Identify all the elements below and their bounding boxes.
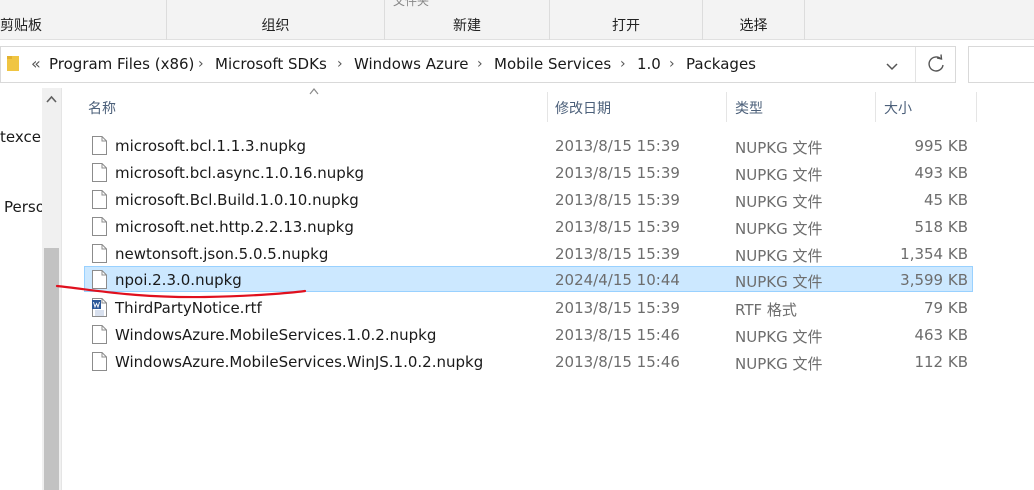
file-size: 518 KB xyxy=(914,218,968,236)
ribbon-group-new[interactable]: 文件夹 新建 xyxy=(385,0,550,40)
ribbon-label-organize: 组织 xyxy=(261,18,290,34)
file-size: 3,599 KB xyxy=(900,271,968,289)
file-date: 2013/8/15 15:39 xyxy=(555,191,680,209)
file-row[interactable]: WindowsAzure.MobileServices.1.0.2.nupkg … xyxy=(84,321,973,347)
column-header-date-label: 修改日期 xyxy=(555,101,611,117)
file-type: NUPKG 文件 xyxy=(735,273,823,291)
file-size: 463 KB xyxy=(914,326,968,344)
file-row[interactable]: microsoft.bcl.async.1.0.16.nupkg 2013/8/… xyxy=(84,159,973,185)
file-icon xyxy=(92,190,107,209)
file-date: 2013/8/15 15:46 xyxy=(555,353,680,371)
pane-divider[interactable] xyxy=(61,88,62,490)
file-icon xyxy=(92,352,107,371)
refresh-icon xyxy=(928,54,944,72)
file-type: NUPKG 文件 xyxy=(735,355,823,373)
file-type: NUPKG 文件 xyxy=(735,166,823,184)
file-row[interactable]: microsoft.net.http.2.2.13.nupkg 2013/8/1… xyxy=(84,213,973,239)
nav-item-texcel[interactable]: texcel xyxy=(0,128,42,146)
address-bar[interactable]: « Program Files (x86) › Microsoft SDKs ›… xyxy=(0,46,956,83)
file-type: NUPKG 文件 xyxy=(735,220,823,238)
file-name: microsoft.Bcl.Build.1.0.10.nupkg xyxy=(115,191,359,209)
file-row[interactable]: microsoft.Bcl.Build.1.0.10.nupkg 2013/8/… xyxy=(84,186,973,212)
file-icon xyxy=(92,270,107,289)
file-size: 995 KB xyxy=(914,137,968,155)
column-header-name-label: 名称 xyxy=(88,101,116,117)
nav-item-perso[interactable]: Perso xyxy=(4,198,42,216)
file-name: microsoft.bcl.async.1.0.16.nupkg xyxy=(115,164,365,182)
breadcrumb-windows-azure[interactable]: Windows Azure xyxy=(354,55,468,73)
ribbon-label-clipboard: 剪贴板 xyxy=(0,18,42,34)
ribbon-label-new: 新建 xyxy=(453,18,481,34)
file-row[interactable]: microsoft.bcl.1.1.3.nupkg 2013/8/15 15:3… xyxy=(84,132,973,158)
search-input[interactable] xyxy=(968,46,1034,83)
nav-scrollbar[interactable] xyxy=(42,88,61,490)
file-name: microsoft.net.http.2.2.13.nupkg xyxy=(115,218,354,236)
file-date: 2013/8/15 15:39 xyxy=(555,299,680,317)
ribbon-label-select: 选择 xyxy=(739,18,768,34)
breadcrumb-1-0[interactable]: 1.0 xyxy=(637,55,661,73)
nav-scrollbar-thumb[interactable] xyxy=(44,248,59,490)
file-date: 2013/8/15 15:39 xyxy=(555,164,680,182)
file-name: newtonsoft.json.5.0.5.nupkg xyxy=(115,245,329,263)
file-size: 45 KB xyxy=(924,191,968,209)
ribbon-group-clipboard[interactable]: 剪贴板 xyxy=(0,0,167,40)
file-size: 112 KB xyxy=(914,353,968,371)
breadcrumb-microsoft-sdks[interactable]: Microsoft SDKs xyxy=(215,55,327,73)
file-icon xyxy=(92,244,107,263)
ribbon-group-select[interactable]: 选择 xyxy=(703,0,805,40)
file-size: 493 KB xyxy=(914,164,968,182)
file-name: WindowsAzure.MobileServices.1.0.2.nupkg xyxy=(115,326,437,344)
column-header-type-label: 类型 xyxy=(735,101,763,117)
file-type: NUPKG 文件 xyxy=(735,247,823,265)
chevron-right-icon[interactable]: › xyxy=(477,56,483,72)
file-date: 2013/8/15 15:46 xyxy=(555,326,680,344)
breadcrumb-mobile-services[interactable]: Mobile Services xyxy=(494,55,611,73)
word-doc-icon xyxy=(92,298,107,317)
breadcrumb-program-files[interactable]: Program Files (x86) xyxy=(49,55,194,73)
column-header-type[interactable]: 类型 xyxy=(727,90,875,124)
file-type: NUPKG 文件 xyxy=(735,139,823,157)
file-size: 1,354 KB xyxy=(900,245,968,263)
file-date: 2013/8/15 15:39 xyxy=(555,218,680,236)
ribbon-group-open[interactable]: 打开 xyxy=(550,0,703,40)
file-type: RTF 格式 xyxy=(735,301,797,319)
file-date: 2024/4/15 10:44 xyxy=(555,271,680,289)
scroll-up-arrow-icon[interactable] xyxy=(42,92,61,108)
ribbon-group-organize[interactable]: 组织 xyxy=(167,0,385,40)
file-icon xyxy=(92,217,107,236)
file-name: npoi.2.3.0.nupkg xyxy=(115,271,242,289)
file-type: NUPKG 文件 xyxy=(735,193,823,211)
column-header-name[interactable]: 名称 xyxy=(84,90,546,124)
file-name: ThirdPartyNotice.rtf xyxy=(115,299,262,317)
file-icon xyxy=(92,136,107,155)
file-row-selected[interactable]: npoi.2.3.0.nupkg 2024/4/15 10:44 NUPKG 文… xyxy=(84,266,973,292)
chevron-right-icon[interactable]: › xyxy=(620,56,626,72)
address-overflow-button[interactable]: « xyxy=(31,54,41,73)
column-header-size[interactable]: 大小 xyxy=(876,90,976,124)
chevron-down-icon[interactable] xyxy=(881,56,903,76)
file-date: 2013/8/15 15:39 xyxy=(555,137,680,155)
ribbon: 剪贴板 组织 文件夹 新建 打开 选择 xyxy=(0,0,1034,40)
file-type: NUPKG 文件 xyxy=(735,328,823,346)
file-row[interactable]: WindowsAzure.MobileServices.WinJS.1.0.2.… xyxy=(84,348,973,374)
file-row[interactable]: newtonsoft.json.5.0.5.nupkg 2013/8/15 15… xyxy=(84,240,973,266)
chevron-right-icon[interactable]: › xyxy=(198,56,204,72)
column-header-date[interactable]: 修改日期 xyxy=(548,90,726,124)
file-name: WindowsAzure.MobileServices.WinJS.1.0.2.… xyxy=(115,353,484,371)
file-row[interactable]: ThirdPartyNotice.rtf 2013/8/15 15:39 RTF… xyxy=(84,294,973,320)
ribbon-label-open: 打开 xyxy=(612,18,640,34)
column-separator[interactable] xyxy=(976,92,977,122)
folder-icon xyxy=(7,56,19,71)
file-icon xyxy=(92,325,107,344)
file-icon xyxy=(92,163,107,182)
chevron-right-icon[interactable]: › xyxy=(669,56,675,72)
file-date: 2013/8/15 15:39 xyxy=(555,245,680,263)
chevron-right-icon[interactable]: › xyxy=(337,56,343,72)
breadcrumb-packages[interactable]: Packages xyxy=(686,55,756,73)
ribbon-new-folder-cut[interactable]: 文件夹 xyxy=(393,0,429,9)
refresh-button[interactable] xyxy=(915,47,956,82)
file-name: microsoft.bcl.1.1.3.nupkg xyxy=(115,137,307,155)
file-size: 79 KB xyxy=(924,299,968,317)
column-header-size-label: 大小 xyxy=(884,101,912,117)
